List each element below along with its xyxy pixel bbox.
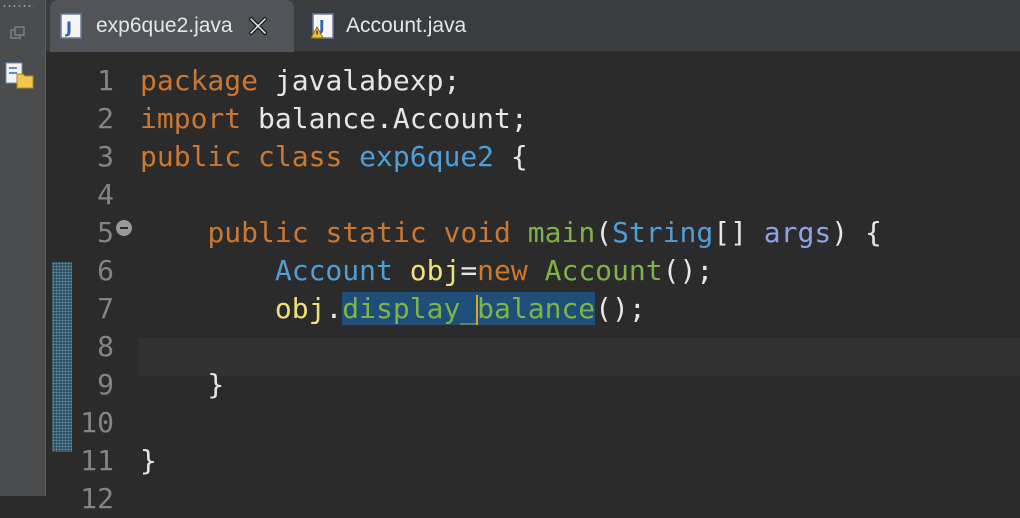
code-token: balance.Account; [241, 102, 528, 135]
line-number: 2 [97, 102, 114, 135]
close-icon[interactable] [247, 15, 269, 37]
tab-label: exp6que2.java [96, 14, 233, 37]
code-token: = [460, 254, 478, 287]
code-line[interactable]: } [140, 442, 157, 480]
line-number: 12 [80, 482, 114, 515]
code-token: public [207, 216, 309, 249]
line-number: 4 [97, 178, 114, 211]
code-token: Account [274, 254, 393, 287]
code-token: { [494, 140, 528, 173]
code-token: (); [595, 292, 646, 325]
current-line-highlight [138, 338, 1020, 376]
code-token: public [140, 140, 242, 173]
code-token: balance [477, 292, 596, 325]
code-line[interactable]: obj.display_balance(); [140, 290, 646, 328]
code-token: static [325, 216, 427, 249]
code-line[interactable]: } [140, 366, 224, 404]
fold-collapse-icon[interactable] [116, 220, 132, 236]
code-token: (); [662, 254, 714, 287]
java-file-warning-icon: J [310, 13, 334, 39]
editor-tab-bar: J exp6que2.java J Account.java [46, 0, 1020, 52]
line-number: 6 [97, 254, 114, 287]
code-token: obj [274, 292, 326, 325]
line-number-gutter: 1 2 3 4 5 6 7 8 9 10 11 12 [76, 52, 134, 515]
code-token: String [612, 216, 714, 249]
line-number: 7 [97, 292, 114, 325]
line-number: 11 [80, 444, 114, 477]
line-number: 3 [97, 140, 114, 173]
code-line[interactable]: public class exp6que2 { [140, 138, 528, 176]
code-line[interactable]: package javalabexp; [140, 62, 460, 100]
code-token: ) { [831, 216, 882, 249]
code-line[interactable]: public static void main(String[] args) { [140, 214, 882, 252]
code-token: package [140, 64, 259, 97]
tab-account[interactable]: J Account.java [304, 0, 514, 52]
code-token: obj [409, 254, 461, 287]
code-token: display_ [342, 292, 478, 325]
drag-handle-dots[interactable] [2, 4, 34, 8]
code-token: new [477, 254, 528, 287]
overview-ruler [46, 52, 76, 496]
code-token: class [258, 140, 343, 173]
code-editor[interactable]: package javalabexp; import balance.Accoun… [138, 52, 1020, 496]
line-number: 1 [97, 64, 114, 97]
code-token: javalabexp; [258, 64, 461, 97]
line-number: 5 [97, 216, 114, 249]
tab-label: Account.java [346, 14, 467, 37]
code-line[interactable]: Account obj=new Account(); [140, 252, 713, 290]
code-token: [] [713, 216, 764, 249]
code-token: exp6que2 [359, 140, 495, 173]
package-explorer-icon[interactable] [5, 62, 35, 90]
java-file-icon: J [60, 13, 82, 39]
line-number: 10 [80, 406, 114, 439]
code-token: ( [595, 216, 613, 249]
svg-text:J: J [65, 18, 72, 37]
tab-exp6que2[interactable]: J exp6que2.java [50, 0, 294, 52]
occurrence-marker[interactable] [52, 262, 72, 452]
text-caret [476, 295, 479, 325]
line-number: 8 [97, 330, 114, 363]
code-token: main [527, 216, 596, 249]
code-token: Account [544, 254, 663, 287]
code-token: import [140, 102, 242, 135]
code-line[interactable]: import balance.Account; [140, 100, 528, 138]
code-token: void [443, 216, 511, 249]
code-token: args [763, 216, 832, 249]
code-token: } [140, 444, 157, 477]
code-token: . [325, 292, 343, 325]
left-toolbar-strip [0, 0, 46, 496]
code-token: } [140, 368, 225, 401]
restore-view-icon[interactable] [10, 26, 26, 40]
line-number: 9 [97, 368, 114, 401]
